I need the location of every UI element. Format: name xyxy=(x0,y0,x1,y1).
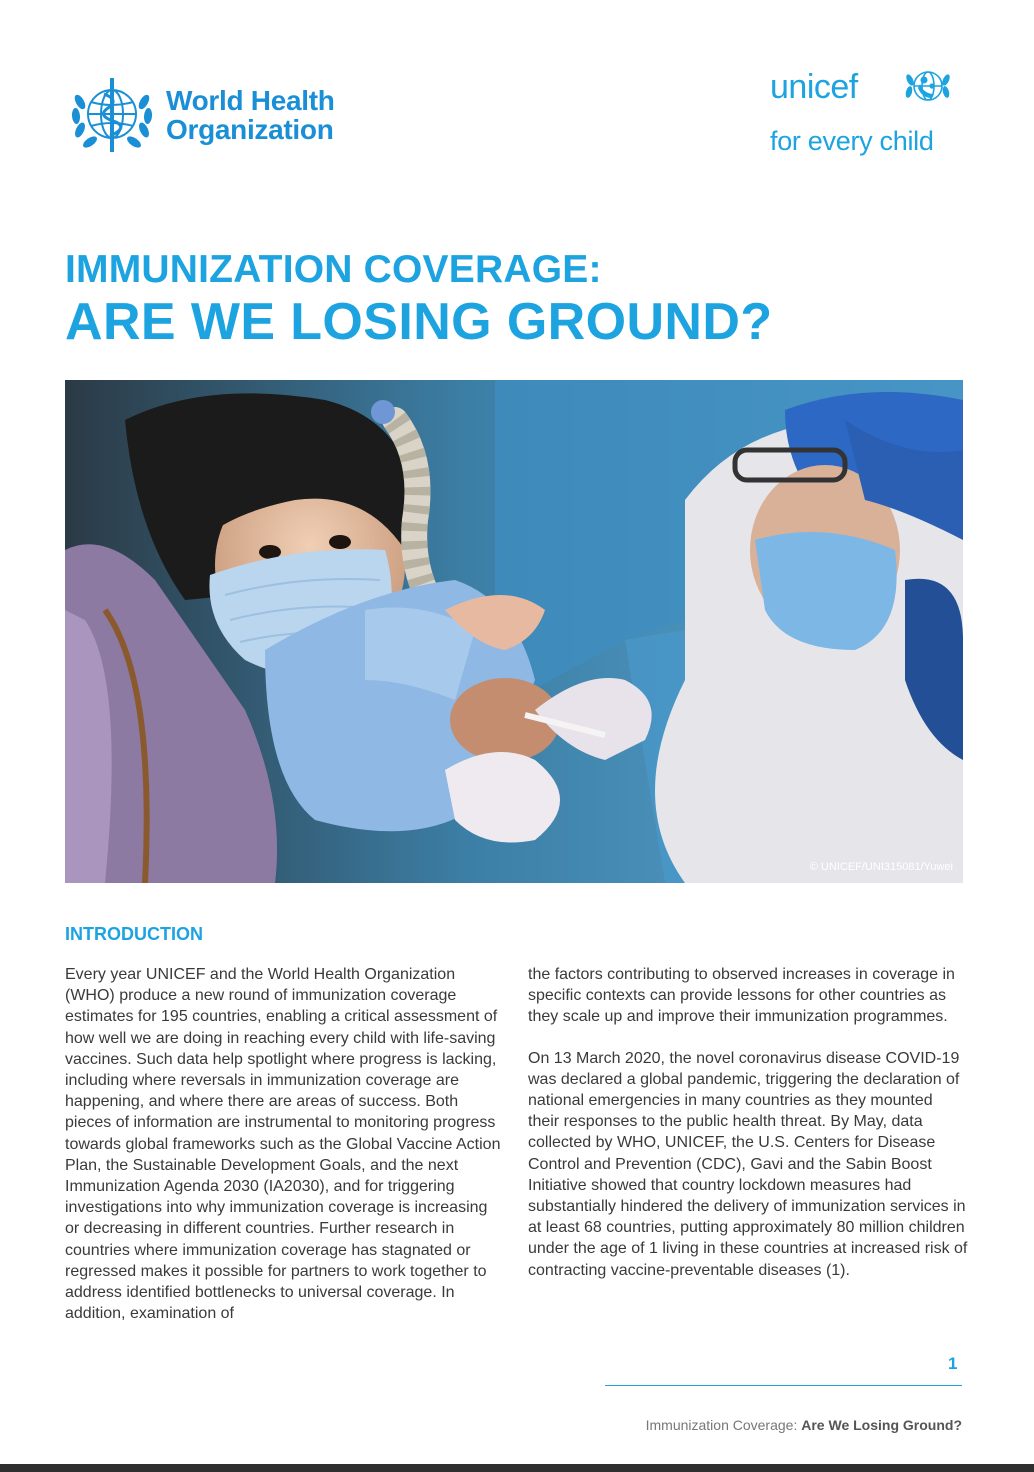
cover-photo: © UNICEF/UNI315081/Yuwei xyxy=(65,380,963,883)
intro-paragraph-2: the factors contributing to observed inc… xyxy=(528,966,955,1026)
intro-paragraph-3: On 13 March 2020, the novel coronavirus … xyxy=(528,1049,968,1279)
footer-running-title: Immunization Coverage: Are We Losing Gro… xyxy=(605,1417,962,1433)
photo-credit: © UNICEF/UNI315081/Yuwei xyxy=(809,861,953,873)
who-wordmark-line1: World Health xyxy=(166,85,335,116)
intro-paragraph-1: Every year UNICEF and the World Health O… xyxy=(65,966,501,1323)
who-emblem-icon xyxy=(71,78,153,152)
page-number: 1 xyxy=(948,1354,958,1373)
unicef-wordmark: unicef xyxy=(770,68,858,106)
who-wordmark-line2: Organization xyxy=(166,114,334,145)
title-line-2: ARE WE LOSING GROUND? xyxy=(65,293,773,351)
who-wordmark: World Health Organization xyxy=(166,86,335,144)
footer-title-plain: Immunization Coverage: xyxy=(645,1417,798,1433)
footer-divider xyxy=(605,1385,962,1386)
footer-title-bold: Are We Losing Ground? xyxy=(801,1417,962,1433)
who-logo: World Health Organization xyxy=(64,72,354,156)
intro-column-right: the factors contributing to observed inc… xyxy=(528,964,968,1301)
unicef-tagline: for every child xyxy=(770,126,934,156)
unicef-logo: unicef for every child xyxy=(770,64,970,164)
title-line-1: IMMUNIZATION COVERAGE: xyxy=(65,248,602,291)
vaccination-photo-illustration xyxy=(65,380,963,883)
section-heading-introduction: INTRODUCTION xyxy=(65,924,203,944)
intro-column-left: Every year UNICEF and the World Health O… xyxy=(65,964,505,1344)
document-page: World Health Organization unicef for eve… xyxy=(0,0,1034,1472)
bottom-edge-bar xyxy=(0,1464,1034,1472)
unicef-emblem-icon xyxy=(905,71,950,101)
